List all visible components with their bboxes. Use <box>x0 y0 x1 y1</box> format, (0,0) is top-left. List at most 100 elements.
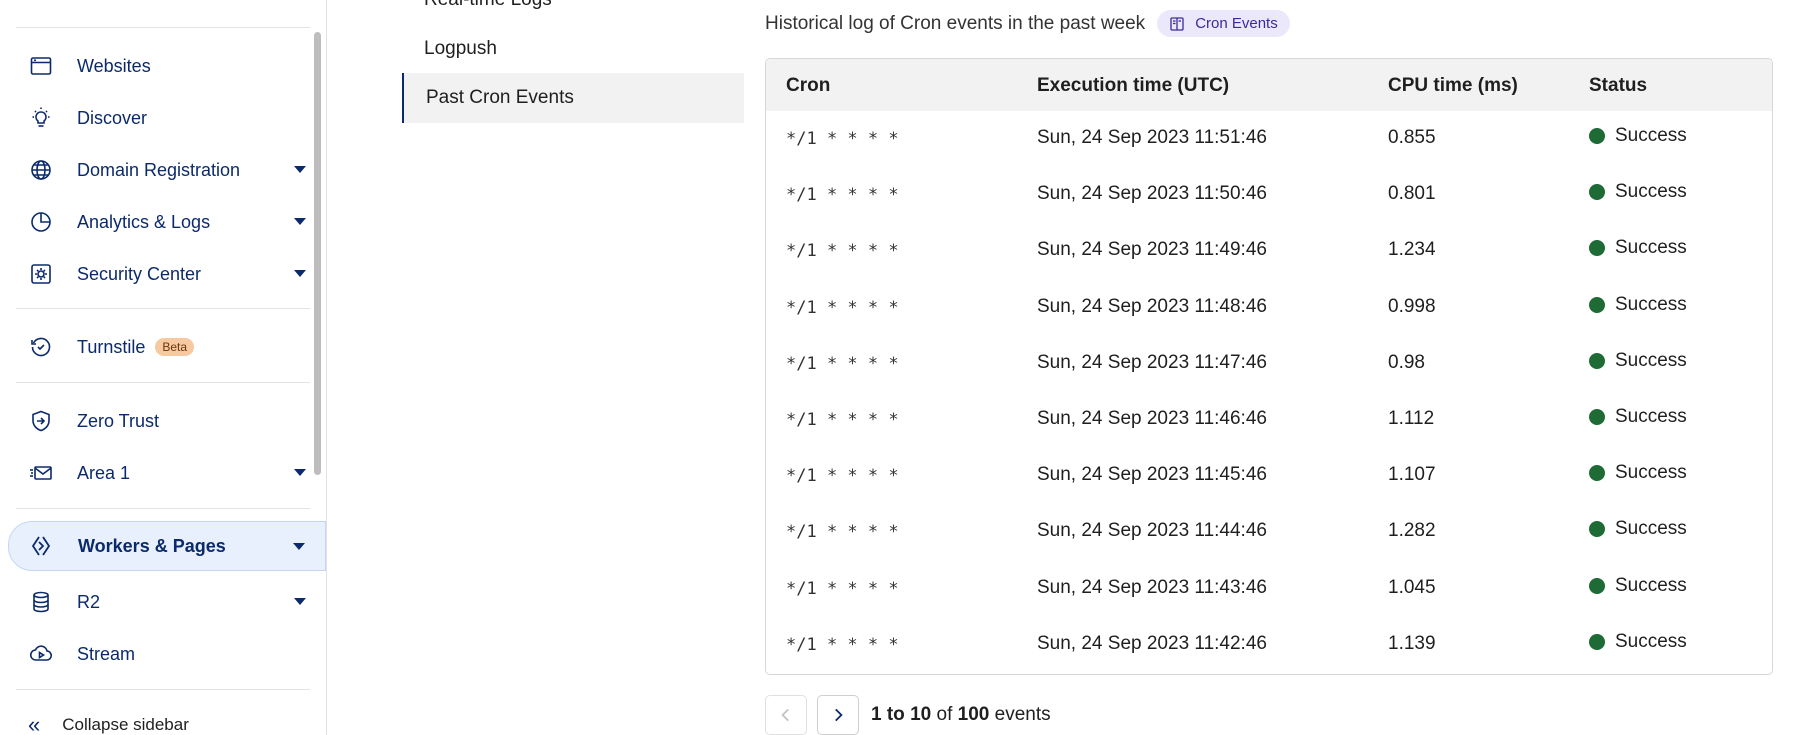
status-badge: Success <box>1589 237 1687 259</box>
execution-time: Sun, 24 Sep 2023 11:49:46 <box>1037 239 1267 261</box>
sidebar-item-label: Domain Registration <box>77 159 241 180</box>
sidebar-item-stream[interactable]: Stream <box>8 632 326 676</box>
sidebar-item-label: Stream <box>77 643 136 664</box>
status-dot-icon <box>1589 633 1605 650</box>
range-end: 10 <box>910 704 932 725</box>
cpu-time: 0.98 <box>1388 351 1425 373</box>
chevron-down-icon[interactable] <box>294 166 306 173</box>
collapse-sidebar-button[interactable]: « Collapse sidebar <box>28 712 189 735</box>
cpu-time: 1.139 <box>1388 632 1436 654</box>
status-badge: Success <box>1589 631 1687 653</box>
execution-time: Sun, 24 Sep 2023 11:45:46 <box>1037 464 1267 486</box>
cron-expression: */1 * * * * <box>786 466 899 487</box>
column-header-status: Status <box>1589 75 1648 96</box>
status-label: Success <box>1615 630 1687 652</box>
cron-events-table: Cron Execution time (UTC) CPU time (ms) … <box>765 58 1773 675</box>
subnav-item-label: Past Cron Events <box>426 87 574 108</box>
sidebar-item-label: Websites <box>77 55 151 76</box>
cron-expression: */1 * * * * <box>786 129 899 149</box>
previous-page-button[interactable] <box>765 695 807 735</box>
cpu-time: 0.998 <box>1388 295 1436 317</box>
status-label: Success <box>1615 518 1687 540</box>
chevron-down-icon[interactable] <box>294 598 306 605</box>
range-to: to <box>886 704 905 725</box>
execution-time: Sun, 24 Sep 2023 11:47:46 <box>1037 351 1267 373</box>
sidebar-item-zero-trust[interactable]: Zero Trust <box>8 399 326 443</box>
range-start: 1 <box>871 704 882 725</box>
database-icon <box>28 589 54 615</box>
sidebar-item-label: Analytics & Logs <box>77 211 211 232</box>
subnav-item-logpush[interactable]: Logpush <box>402 24 744 74</box>
browser-window-icon <box>28 53 54 79</box>
table-row: */1 * * * * Sun, 24 Sep 2023 11:44:46 1.28… <box>766 504 1772 561</box>
sidebar: Websites Discover Domain Registration An… <box>0 0 327 735</box>
subnav-item-past-cron-events[interactable]: Past Cron Events <box>402 73 744 123</box>
mail-icon <box>28 460 54 486</box>
table-row: */1 * * * * Sun, 24 Sep 2023 11:48:46 0.99… <box>766 280 1772 337</box>
sidebar-item-r2[interactable]: R2 <box>8 580 326 624</box>
turnstile-icon <box>28 334 54 360</box>
cron-expression: */1 * * * * <box>786 522 899 543</box>
sidebar-item-analytics-logs[interactable]: Analytics & Logs <box>8 200 326 244</box>
sidebar-item-workers-pages[interactable]: Workers & Pages <box>8 521 326 571</box>
table-row: */1 * * * * Sun, 24 Sep 2023 11:51:46 0.85… <box>766 111 1772 168</box>
chevron-down-icon[interactable] <box>294 270 306 277</box>
security-gear-icon <box>28 261 54 287</box>
sidebar-item-security-center[interactable]: Security Center <box>8 252 326 296</box>
double-chevron-left-icon: « <box>28 712 41 735</box>
sidebar-scrollbar[interactable] <box>314 32 321 475</box>
status-dot-icon <box>1589 184 1605 201</box>
status-label: Success <box>1615 349 1687 371</box>
sidebar-item-discover[interactable]: Discover <box>8 96 326 140</box>
status-dot-icon <box>1589 577 1605 594</box>
workers-icon <box>29 533 55 559</box>
sidebar-item-label: R2 <box>77 591 101 612</box>
status-label: Success <box>1615 406 1687 427</box>
sidebar-item-websites[interactable]: Websites <box>8 44 326 88</box>
docs-link-label: Cron Events <box>1195 15 1278 32</box>
cpu-time: 1.282 <box>1388 520 1436 542</box>
cron-expression: */1 * * * * <box>786 410 899 430</box>
sidebar-item-label: Discover <box>77 107 148 128</box>
status-dot-icon <box>1589 465 1605 482</box>
chevron-down-icon[interactable] <box>294 218 306 225</box>
subnav-item-label: Logpush <box>424 38 497 59</box>
sidebar-item-domain-registration[interactable]: Domain Registration <box>8 148 326 192</box>
sidebar-item-turnstile[interactable]: Turnstile Beta <box>8 325 326 369</box>
table-row: */1 * * * * Sun, 24 Sep 2023 11:42:46 1.13… <box>766 617 1772 674</box>
chevron-down-icon[interactable] <box>293 543 305 550</box>
cpu-time: 0.801 <box>1388 183 1436 205</box>
sidebar-item-label: Zero Trust <box>77 410 160 431</box>
column-header-cpu-time: CPU time (ms) <box>1388 75 1518 96</box>
table-row: */1 * * * * Sun, 24 Sep 2023 11:45:46 1.10… <box>766 448 1772 505</box>
status-badge: Success <box>1589 575 1687 597</box>
range-of: of <box>936 704 953 725</box>
status-badge: Success <box>1589 125 1687 147</box>
table-header-row: Cron Execution time (UTC) CPU time (ms) … <box>766 59 1772 111</box>
sidebar-divider <box>16 308 310 309</box>
sidebar-item-area-1[interactable]: Area 1 <box>8 451 326 495</box>
sidebar-divider <box>16 382 310 383</box>
execution-time: Sun, 24 Sep 2023 11:43:46 <box>1037 576 1267 598</box>
range-unit: events <box>994 704 1051 725</box>
sidebar-header-divider <box>16 27 310 28</box>
cron-expression: */1 * * * * <box>786 241 899 262</box>
status-label: Success <box>1615 574 1687 596</box>
chevron-down-icon[interactable] <box>294 469 306 476</box>
cron-expression: */1 * * * * <box>786 297 899 318</box>
cpu-time: 0.855 <box>1388 127 1436 148</box>
status-badge: Success <box>1589 294 1687 316</box>
status-label: Success <box>1615 462 1687 484</box>
globe-icon <box>28 157 54 183</box>
next-page-button[interactable] <box>817 695 859 735</box>
execution-time: Sun, 24 Sep 2023 11:46:46 <box>1037 408 1267 429</box>
column-header-cron: Cron <box>786 75 831 96</box>
pagination: 1 to 10 of 100 events <box>765 695 1051 735</box>
status-label: Success <box>1615 181 1687 203</box>
chevron-right-icon <box>835 708 843 722</box>
cron-expression: */1 * * * * <box>786 634 899 655</box>
status-dot-icon <box>1589 240 1605 257</box>
status-badge: Success <box>1589 350 1687 372</box>
subnav-item-real-time-logs[interactable]: Real-time Logs <box>402 0 744 25</box>
docs-link-cron-events[interactable]: Cron Events <box>1157 10 1290 37</box>
